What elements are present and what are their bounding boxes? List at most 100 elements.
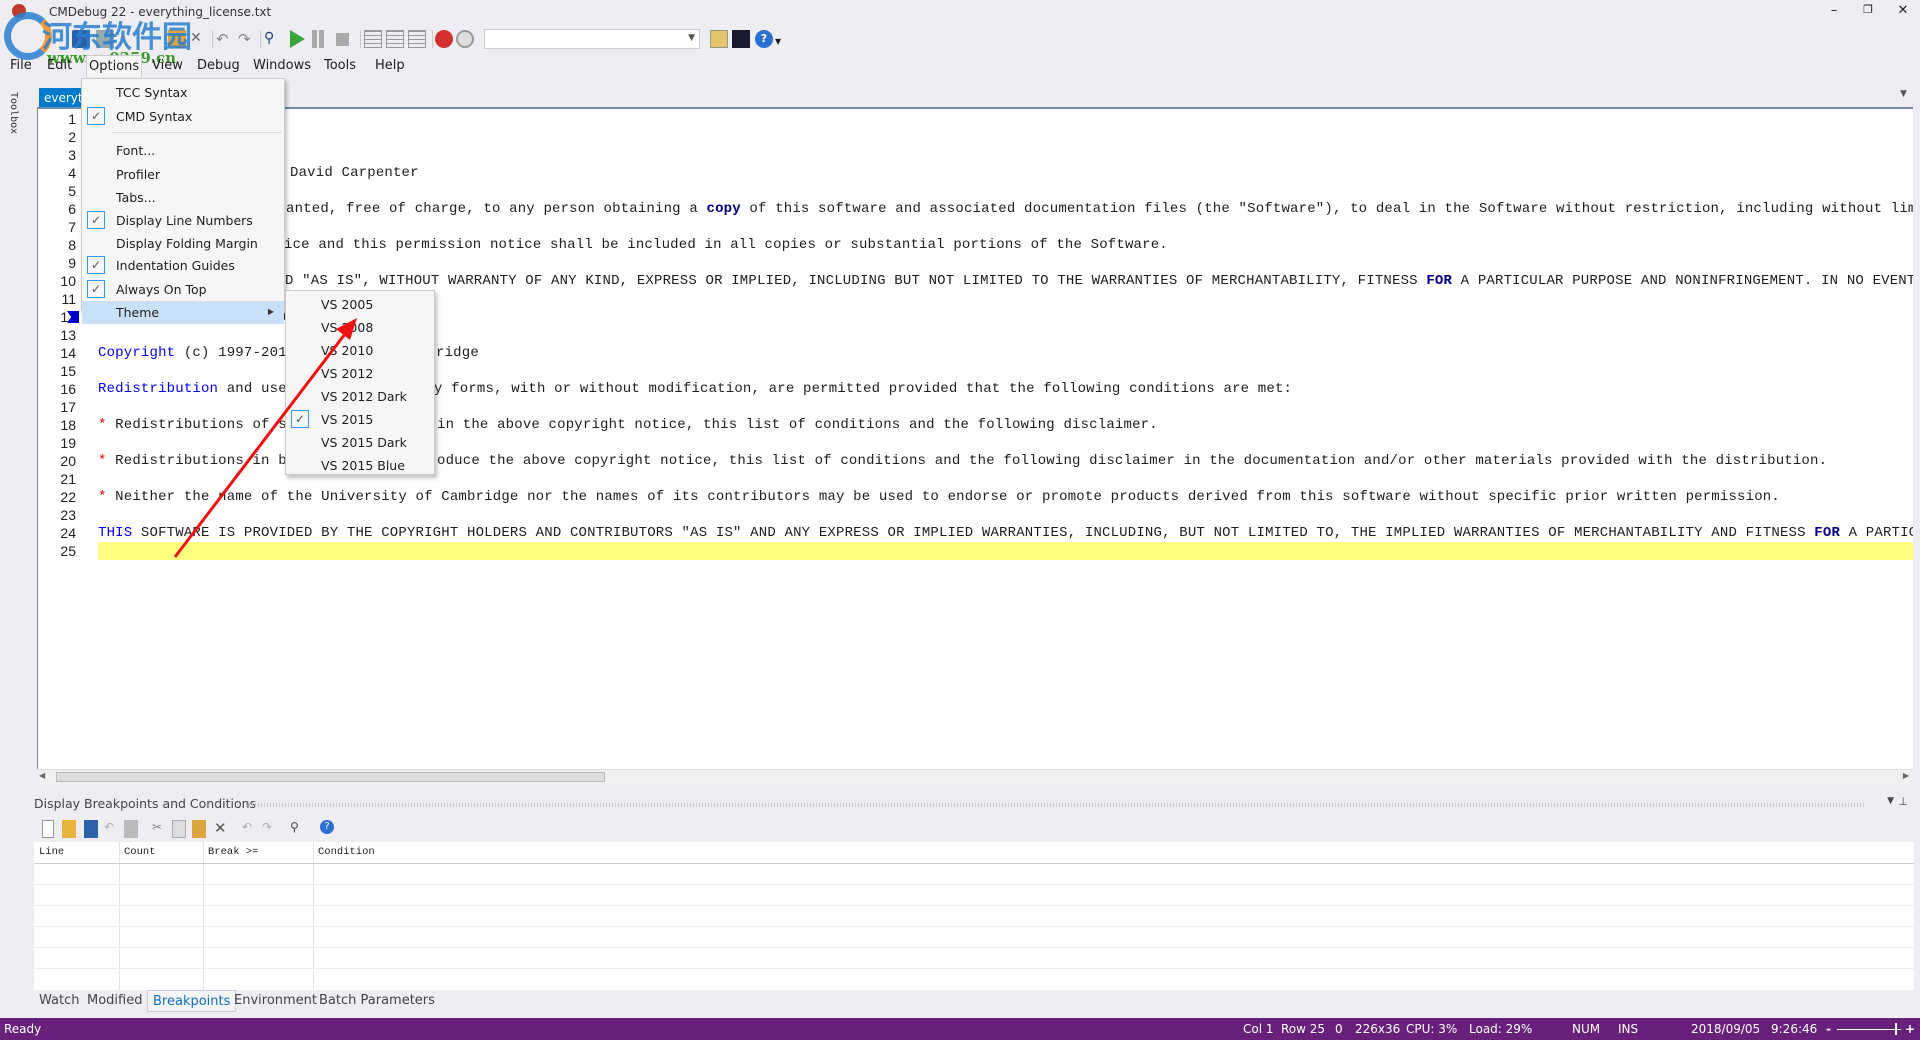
save-icon[interactable] [72, 30, 90, 48]
panel-menu-chevron-icon[interactable]: ▼ [1887, 796, 1894, 806]
code-line[interactable] [98, 110, 1913, 128]
paste-icon[interactable] [192, 820, 206, 838]
menu-item-indentation-guides[interactable]: ✓ Indentation Guides [82, 254, 284, 277]
step-over-icon[interactable] [386, 30, 404, 48]
code-line[interactable] [98, 128, 1913, 146]
undo-icon[interactable]: ↶ [104, 820, 118, 838]
menu-item-tcc-syntax[interactable]: TCC Syntax [82, 81, 284, 104]
chevron-down-icon[interactable]: ▼ [688, 33, 695, 43]
stop-icon[interactable] [336, 33, 349, 46]
code-line[interactable] [98, 218, 1913, 236]
tab-watch[interactable]: Watch [34, 990, 84, 1012]
open-icon[interactable] [62, 820, 76, 838]
theme-item-vs-2005[interactable]: VS 2005 [286, 293, 434, 316]
tab-environment[interactable]: Environment [229, 990, 322, 1012]
menu-item-cmd-syntax[interactable]: ✓ CMD Syntax [82, 105, 284, 128]
menu-options[interactable]: Options [86, 55, 143, 77]
pin-icon[interactable]: ⊥ [1898, 795, 1908, 808]
save-icon[interactable] [84, 820, 98, 838]
help-icon[interactable]: ? [320, 820, 334, 834]
code-line[interactable]: D "AS IS", WITHOUT WARRANTY OF ANY KIND,… [98, 272, 1913, 290]
zoom-slider-thumb[interactable] [1895, 1023, 1897, 1035]
find-icon[interactable]: ⚲ [264, 30, 282, 48]
menu-edit[interactable]: Edit [47, 58, 72, 73]
menu-debug[interactable]: Debug [197, 58, 240, 73]
menu-item-theme[interactable]: Theme ▶ [82, 301, 284, 324]
console-icon[interactable] [732, 30, 750, 48]
restore-button[interactable]: ❐ [1855, 3, 1881, 21]
menu-help[interactable]: Help [375, 58, 405, 73]
code-line[interactable]: anted, free of charge, to any person obt… [98, 200, 1913, 218]
theme-item-vs-2008[interactable]: VS 2008 [286, 316, 434, 339]
theme-item-vs-2015-dark[interactable]: VS 2015 Dark [286, 431, 434, 454]
menu-item-display-line-numbers[interactable]: ✓ Display Line Numbers [82, 209, 284, 232]
zoom-in-button[interactable]: + [1905, 1022, 1915, 1036]
zoom-slider[interactable] [1837, 1029, 1901, 1030]
theme-item-vs-2012-dark[interactable]: VS 2012 Dark [286, 385, 434, 408]
code-line[interactable]: * Neither the name of the University of … [98, 488, 1913, 506]
menu-item-tabs[interactable]: Tabs... [82, 186, 284, 209]
code-segment: oduce the above copyright notice, this l… [437, 452, 1827, 470]
theme-item-vs-2012[interactable]: VS 2012 [286, 362, 434, 385]
horizontal-scroll-thumb[interactable] [56, 772, 605, 782]
code-line[interactable]: THIS SOFTWARE IS PROVIDED BY THE COPYRIG… [98, 524, 1913, 542]
run-icon[interactable] [290, 30, 305, 48]
menu-item-font[interactable]: Font... [82, 139, 284, 162]
redo-icon[interactable]: ↷ [238, 30, 256, 48]
breakpoint-icon[interactable] [435, 30, 453, 48]
paste-icon[interactable] [168, 30, 186, 48]
tab-batch-parameters[interactable]: Batch Parameters [314, 990, 440, 1012]
menu-windows[interactable]: Windows [253, 58, 311, 73]
code-line[interactable] [98, 182, 1913, 200]
clear-breakpoint-icon[interactable] [456, 30, 474, 48]
column-header-count[interactable]: Count [124, 842, 156, 862]
print-icon[interactable] [96, 30, 114, 48]
code-line[interactable] [98, 506, 1913, 524]
menu-item-display-folding-margin[interactable]: Display Folding Margin [82, 232, 284, 255]
step-out-icon[interactable] [408, 30, 426, 48]
theme-item-vs-2015[interactable]: ✓ VS 2015 [286, 408, 434, 431]
new-icon[interactable] [42, 820, 54, 838]
menu-view[interactable]: View [152, 58, 183, 73]
scroll-left-icon[interactable]: ◀ [39, 771, 45, 780]
delete-icon[interactable]: ✕ [190, 30, 208, 48]
command-combo[interactable]: ▼ [484, 29, 700, 49]
redo-icon[interactable]: ↷ [262, 820, 276, 838]
close-button[interactable]: ✕ [1890, 3, 1916, 21]
find-icon[interactable]: ⚲ [290, 820, 304, 838]
theme-item-vs-2015-blue[interactable]: VS 2015 Blue [286, 454, 434, 477]
tab-list-chevron-icon[interactable]: ▼ [1900, 89, 1907, 99]
code-line[interactable]: David Carpenter [98, 164, 1913, 182]
theme-item-vs-2010[interactable]: VS 2010 [286, 339, 434, 362]
undo-icon[interactable]: ↶ [216, 30, 234, 48]
column-header-condition[interactable]: Condition [318, 842, 375, 862]
menu-file[interactable]: File [10, 58, 32, 73]
chevron-down-icon[interactable]: ▼ [775, 37, 793, 55]
copy-icon[interactable] [172, 820, 186, 838]
minimize-button[interactable]: – [1821, 3, 1847, 21]
menu-item-profiler[interactable]: Profiler [82, 163, 284, 186]
code-line[interactable] [98, 254, 1913, 272]
tab-breakpoints[interactable]: Breakpoints [147, 990, 237, 1012]
code-line[interactable]: ice and this permission notice shall be … [98, 236, 1913, 254]
document-tab[interactable]: everyt [39, 88, 81, 108]
scroll-right-icon[interactable]: ▶ [1903, 771, 1909, 780]
pause-icon[interactable] [312, 30, 317, 48]
menu-item-always-on-top[interactable]: ✓ Always On Top [82, 278, 284, 301]
tab-modified[interactable]: Modified [82, 990, 147, 1012]
toolbox-label[interactable]: Toolbox [8, 92, 19, 134]
code-line[interactable] [98, 542, 1913, 560]
undo-icon[interactable]: ↶ [242, 820, 256, 838]
toolbox-strip[interactable] [0, 84, 30, 784]
menu-tools[interactable]: Tools [324, 58, 356, 73]
column-header-break[interactable]: Break >= [208, 842, 258, 862]
properties-icon[interactable] [710, 30, 728, 48]
help-icon[interactable]: ? [755, 30, 773, 48]
code-line[interactable] [98, 146, 1913, 164]
print-icon[interactable] [124, 820, 138, 838]
cut-icon[interactable]: ✂ [152, 820, 166, 838]
zoom-out-button[interactable]: - [1826, 1022, 1831, 1036]
delete-icon[interactable]: ✕ [214, 819, 228, 837]
step-into-icon[interactable] [364, 30, 382, 48]
column-header-line[interactable]: Line [39, 842, 64, 862]
